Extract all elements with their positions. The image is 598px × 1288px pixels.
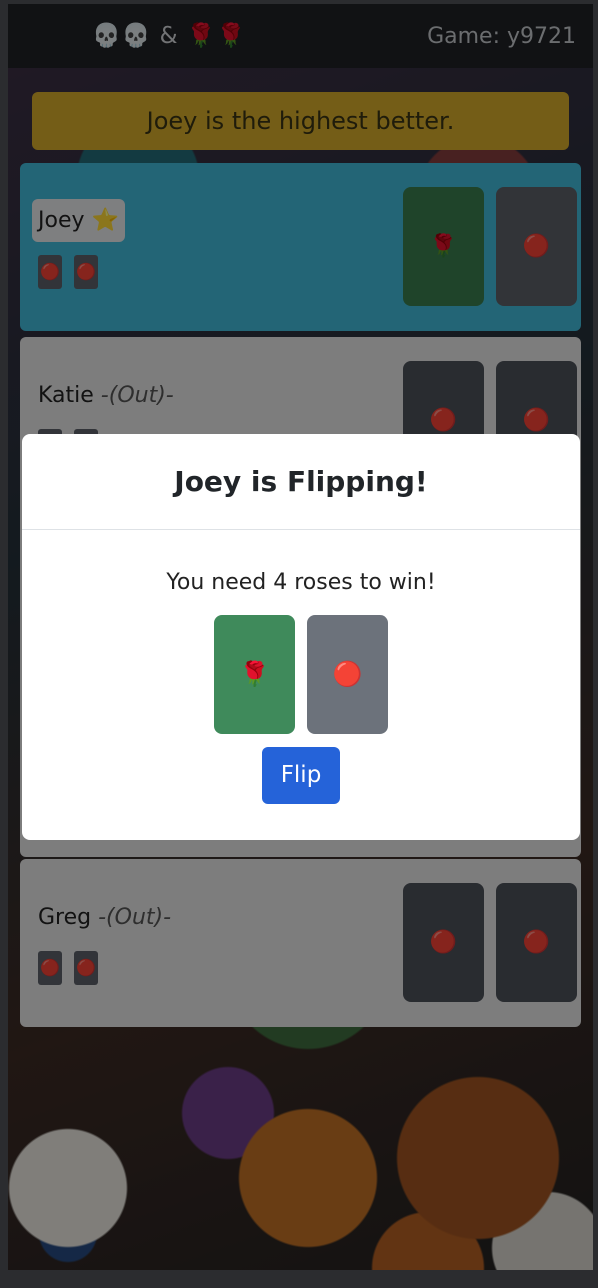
- browser-frame: 💀💀 & 🌹🌹 Game: y9721 Joey is the highest …: [0, 0, 598, 1288]
- roses-needed-text: You need 4 roses to win!: [166, 570, 436, 595]
- modal-title: Joey is Flipping!: [22, 434, 580, 530]
- flip-card-rose[interactable]: 🌹: [214, 615, 295, 734]
- flip-card-skull[interactable]: 🔴: [307, 615, 388, 734]
- flip-button[interactable]: Flip: [262, 747, 340, 804]
- app-viewport: 💀💀 & 🌹🌹 Game: y9721 Joey is the highest …: [8, 4, 593, 1270]
- flip-modal: Joey is Flipping! You need 4 roses to wi…: [22, 434, 580, 840]
